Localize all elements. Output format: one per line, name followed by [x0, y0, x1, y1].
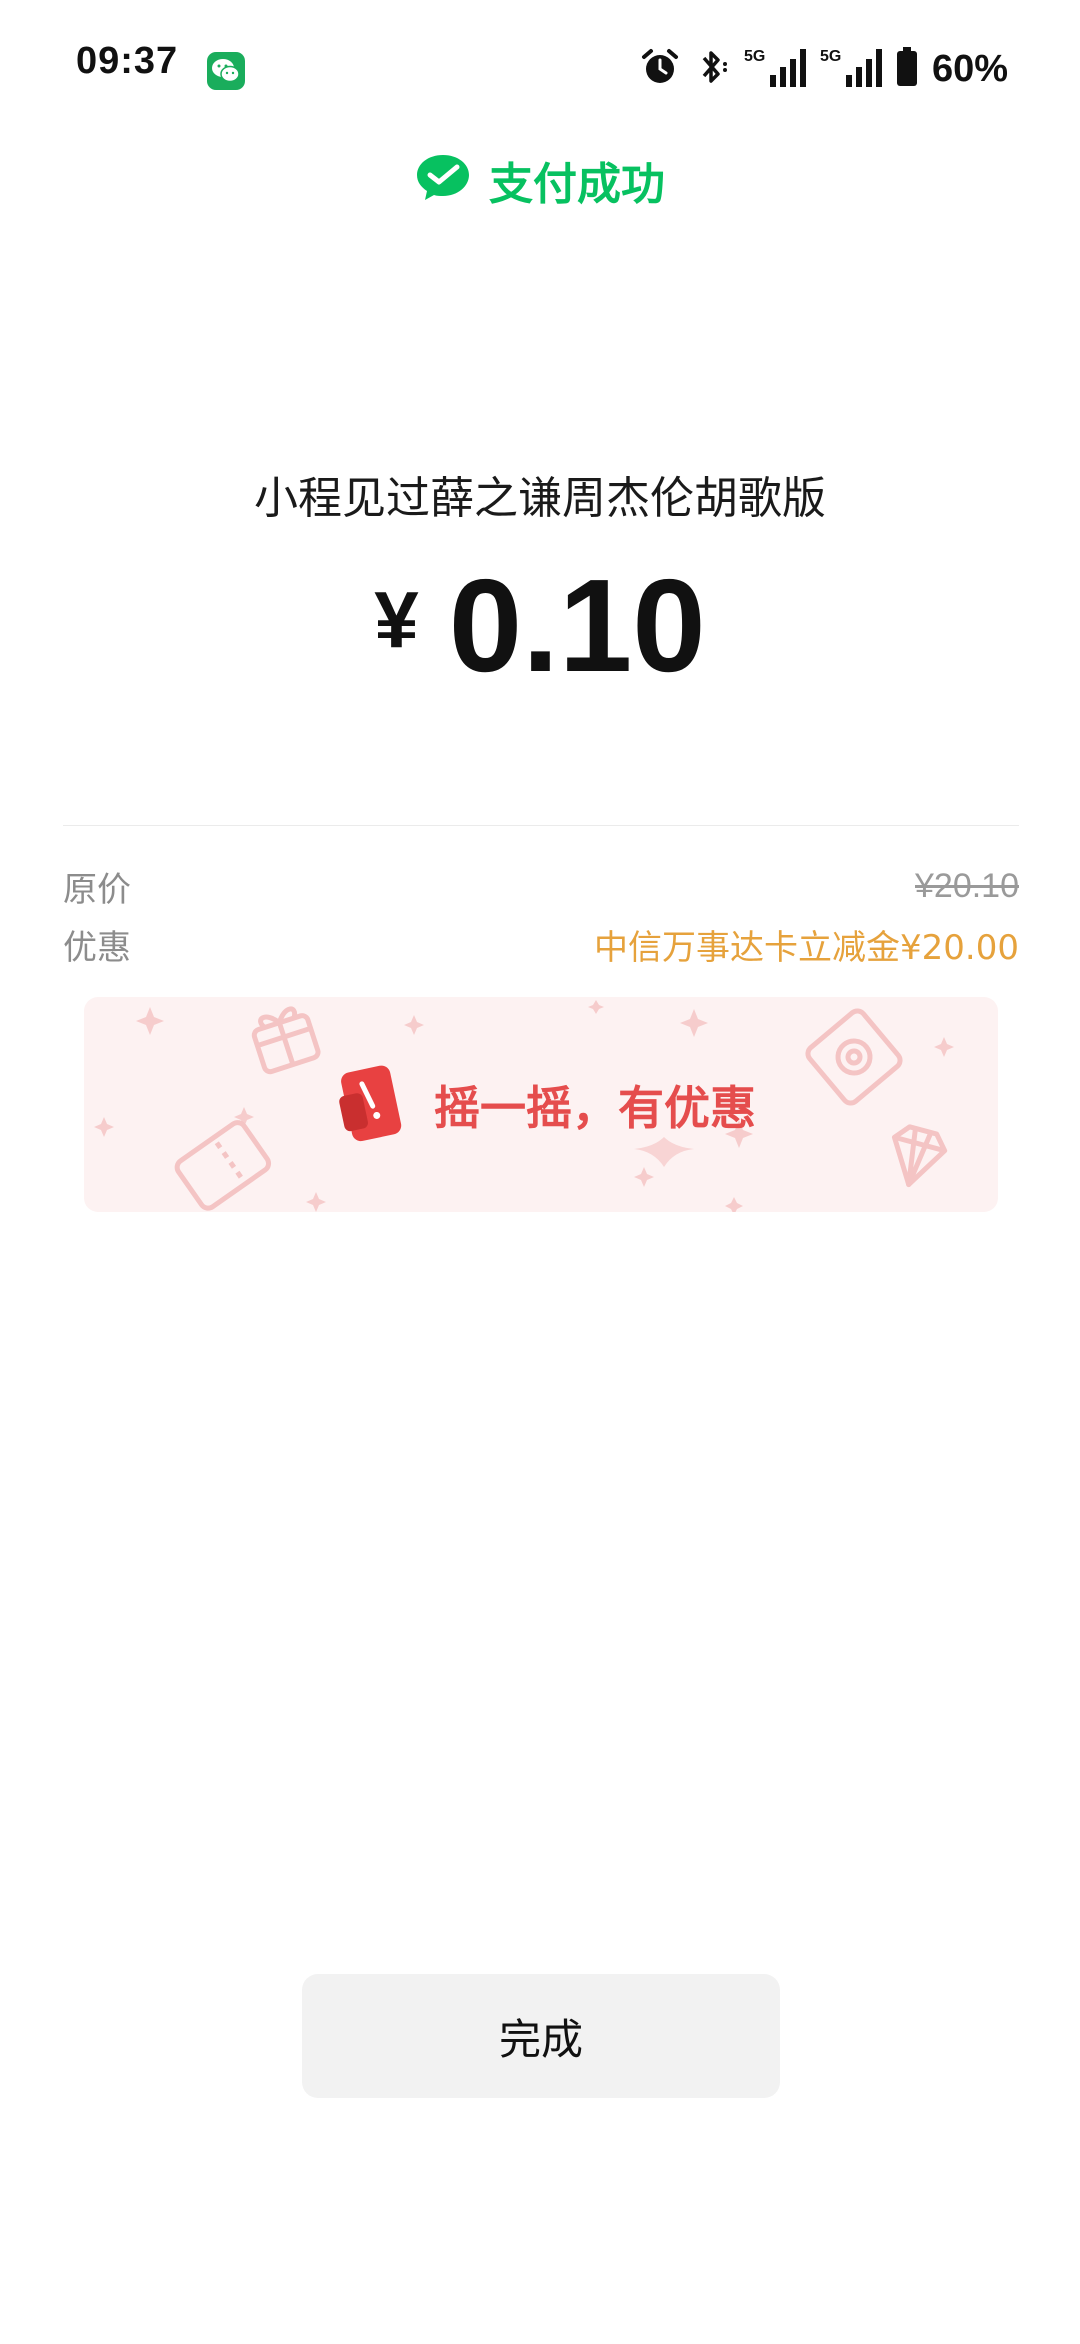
battery-icon: [896, 47, 918, 91]
discount-row: 优惠 中信万事达卡立减金¥20.00: [63, 920, 1019, 969]
wechat-pay-check-icon: [415, 153, 471, 207]
bluetooth-icon: [694, 47, 730, 91]
payment-success-title: 支付成功: [489, 159, 665, 210]
done-button[interactable]: 完成: [302, 1974, 780, 2098]
merchant-name: 小程见过薛之谦周杰伦胡歌版: [254, 473, 826, 524]
network-label-2: 5G: [820, 48, 841, 65]
shake-promo-text: 摇一摇，有优惠: [434, 1080, 756, 1135]
original-price-label: 原价: [63, 870, 131, 910]
original-price-row: 原价 ¥20.10: [63, 862, 1019, 911]
wechat-notification-icon: [207, 52, 245, 90]
shake-promo-banner[interactable]: 摇一摇，有优惠: [84, 997, 998, 1212]
status-icons: 5G 5G 60%: [640, 44, 1008, 94]
discount-label: 优惠: [63, 928, 131, 968]
payment-success-header: 支付成功: [0, 150, 1080, 210]
discount-value: 中信万事达卡立减金¥20.00: [594, 928, 1019, 968]
paid-amount: 0.10: [448, 552, 706, 699]
original-price-value: ¥20.10: [915, 867, 1019, 905]
status-time: 09:37: [76, 40, 179, 82]
network-label-1: 5G: [744, 48, 765, 65]
status-bar: 09:37 5G 5G 60%: [0, 0, 1080, 140]
shake-phone-icon: [326, 1061, 410, 1149]
alarm-icon: [640, 47, 680, 91]
divider: [63, 825, 1019, 826]
banner-content: 摇一摇，有优惠: [84, 997, 998, 1212]
battery-percent: 60%: [931, 47, 1008, 90]
signal-5g-icon: 5G: [820, 45, 882, 93]
amount-row: ¥ 0.10: [0, 560, 1080, 692]
signal-5g-icon: 5G: [744, 45, 806, 93]
currency-symbol: ¥: [374, 575, 419, 664]
